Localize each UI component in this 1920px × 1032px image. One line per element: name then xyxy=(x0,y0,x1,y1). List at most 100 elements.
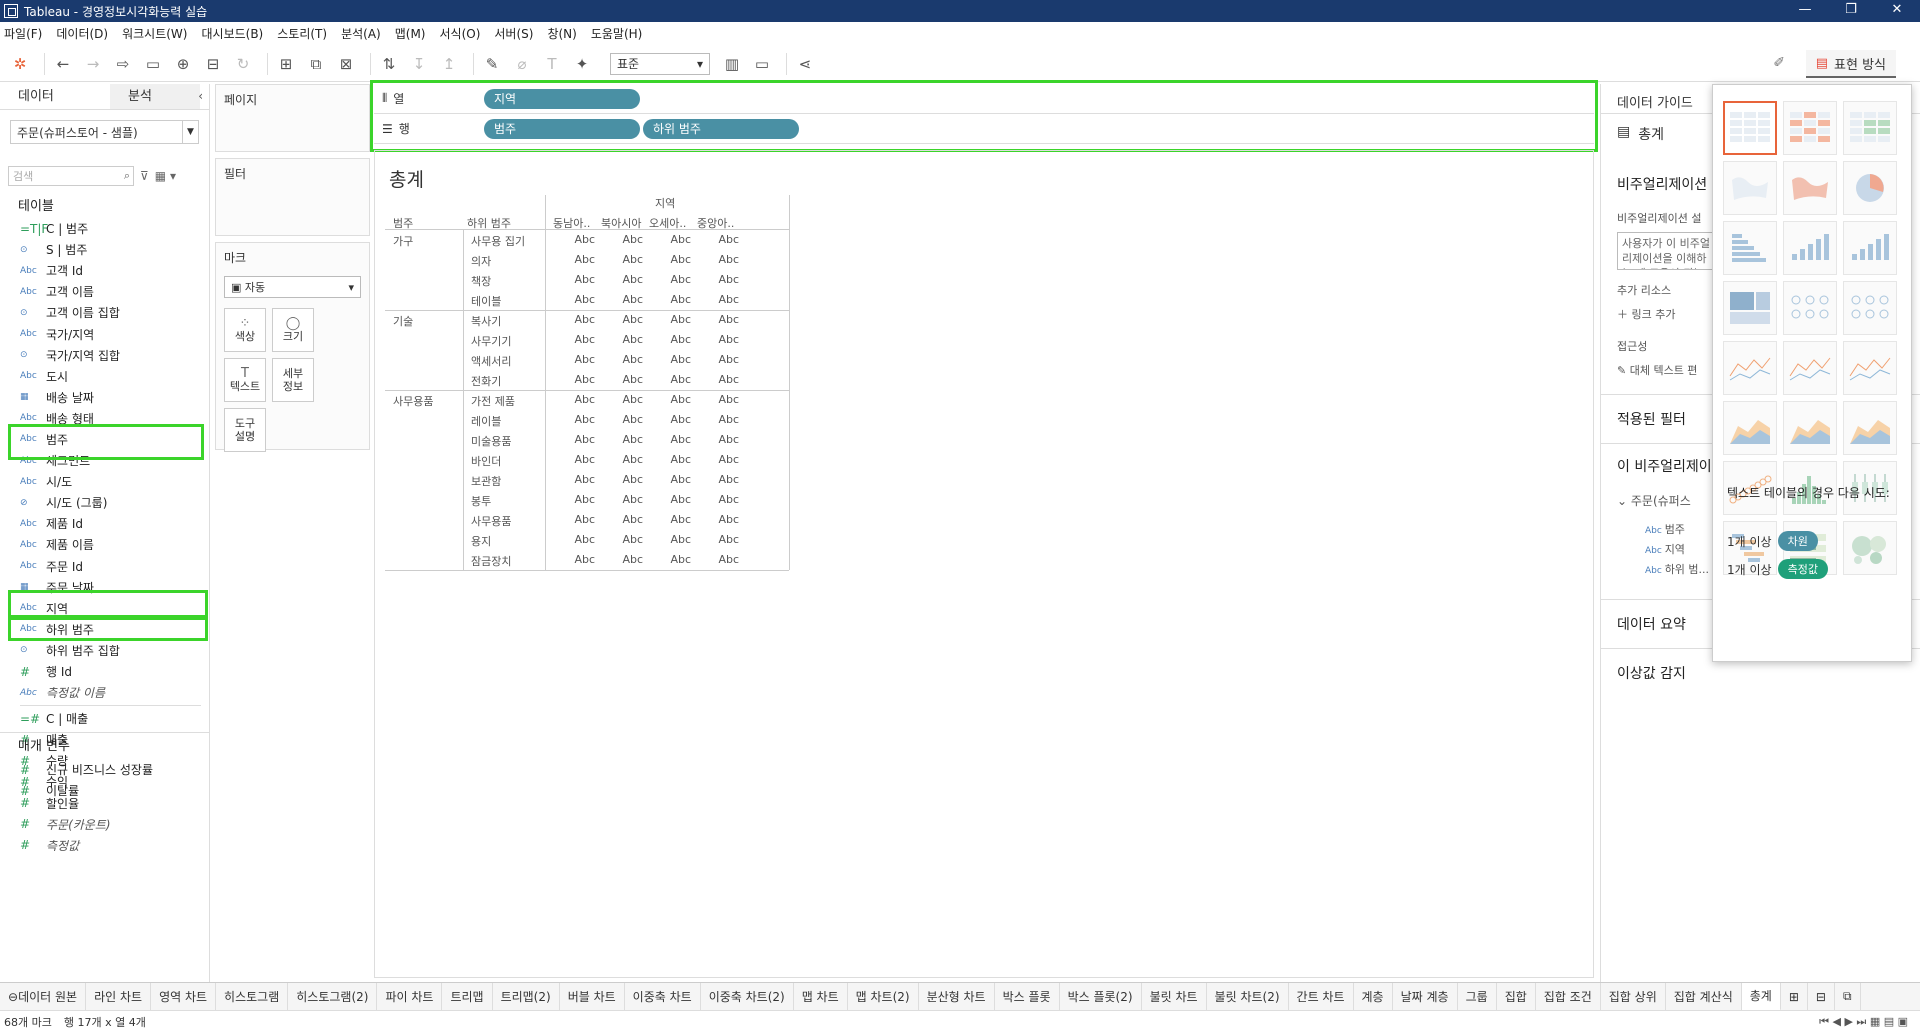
row-pill[interactable]: 하위 범주 xyxy=(643,118,799,139)
columns-shelf[interactable]: ⦀ 열 지역 xyxy=(374,84,1594,114)
menu-item[interactable]: 워크시트(W) xyxy=(122,25,187,42)
field-item[interactable]: ▦ 배송 날짜 xyxy=(0,387,209,408)
pause-updates-icon[interactable]: ⊟ xyxy=(201,52,225,76)
pie-chart-icon[interactable] xyxy=(1843,161,1897,215)
refresh-icon[interactable]: ↻ xyxy=(231,52,255,76)
field-item[interactable]: ⊙ 국가/지역 집합 xyxy=(0,345,209,366)
sheet-tab[interactable]: 버블 차트 xyxy=(560,983,625,1010)
undo-icon[interactable]: ← xyxy=(51,52,75,76)
fit-select[interactable]: 표준 ▾ xyxy=(610,52,710,75)
text-table-icon[interactable] xyxy=(1723,101,1777,155)
duplicate-sheet-icon[interactable]: ⧉ xyxy=(304,52,328,76)
minimize-button[interactable]: — xyxy=(1782,0,1828,22)
new-dashboard-icon[interactable]: ⊟ xyxy=(1808,983,1835,1010)
field-item[interactable]: Abc 도시 xyxy=(0,366,209,387)
filter-icon[interactable]: ⊽ xyxy=(140,169,149,183)
line-continuous-icon[interactable] xyxy=(1723,341,1777,395)
sheet-tab[interactable]: 맵 차트 xyxy=(794,983,848,1010)
menu-item[interactable]: 창(N) xyxy=(547,25,576,42)
sort-desc-icon[interactable]: ↥ xyxy=(437,52,461,76)
new-worksheet-icon[interactable]: ⊞ xyxy=(274,52,298,76)
filled-map-icon[interactable] xyxy=(1783,161,1837,215)
datasource-tab[interactable]: ⊖ 데이터 원본 xyxy=(0,983,87,1010)
sheet-tab[interactable]: 맵 차트(2) xyxy=(848,983,919,1010)
area-discrete-icon[interactable] xyxy=(1783,401,1837,455)
new-datasource-icon[interactable]: ⊕ xyxy=(171,52,195,76)
sheet-tab[interactable]: 영역 차트 xyxy=(151,983,217,1010)
show-cards-icon[interactable]: ▥ xyxy=(720,52,744,76)
field-item[interactable]: Abc 국가/지역 xyxy=(0,323,209,344)
filters-card[interactable]: 필터 xyxy=(215,158,370,236)
dual-combination-icon[interactable] xyxy=(1843,401,1897,455)
close-button[interactable]: ✕ xyxy=(1874,0,1920,22)
menu-item[interactable]: 스토리(T) xyxy=(277,25,327,42)
tab-data[interactable]: 데이터 xyxy=(0,84,110,109)
menu-item[interactable]: 도움말(H) xyxy=(591,25,643,42)
sheet-tab[interactable]: 박스 플롯(2) xyxy=(1060,983,1142,1010)
new-story-icon[interactable]: ⧉ xyxy=(1835,983,1861,1010)
sheet-tab[interactable]: 트리맵 xyxy=(442,983,493,1010)
presentation-icon[interactable]: ▭ xyxy=(750,52,774,76)
dual-line-icon[interactable] xyxy=(1843,341,1897,395)
field-item[interactable]: # 행 Id xyxy=(0,661,209,682)
field-item[interactable]: ⊙ 하위 범주 집합 xyxy=(0,640,209,661)
sheet-tab[interactable]: 불릿 차트 xyxy=(1142,983,1207,1010)
maximize-button[interactable]: ❐ xyxy=(1828,0,1874,22)
menu-item[interactable]: 분석(A) xyxy=(341,25,381,42)
heat-map-icon[interactable] xyxy=(1783,101,1837,155)
tab-analysis[interactable]: 분석 xyxy=(110,84,200,109)
marks-type-select[interactable]: ▣ 자동 ▾ xyxy=(224,276,361,298)
field-item[interactable]: # 신규 비즈니스 성장률 xyxy=(0,759,209,780)
rows-shelf[interactable]: ☰ 행 범주 하위 범주 xyxy=(374,114,1594,144)
sheet-tab[interactable]: 이중축 차트(2) xyxy=(701,983,794,1010)
horizontal-bars-icon[interactable] xyxy=(1723,221,1777,275)
field-item[interactable]: ⊙ S | 범주 xyxy=(0,239,209,260)
field-item[interactable]: Abc 배송 형태 xyxy=(0,408,209,429)
field-item[interactable]: Abc 제품 Id xyxy=(0,513,209,534)
sheet-tab[interactable]: 히스토그램 xyxy=(216,983,289,1010)
field-item[interactable]: Abc 주문 Id xyxy=(0,556,209,577)
chevron-down-icon[interactable]: ▼ xyxy=(182,121,198,143)
field-item[interactable]: # 측정값 xyxy=(0,835,209,856)
sheet-tab[interactable]: 계층 xyxy=(1354,983,1393,1010)
highlight-table-icon[interactable] xyxy=(1843,101,1897,155)
menu-item[interactable]: 서식(O) xyxy=(440,25,481,42)
sheet-tab[interactable]: 트리맵(2) xyxy=(493,983,560,1010)
field-item[interactable]: Abc 제품 이름 xyxy=(0,534,209,555)
replay-icon[interactable]: ⇨ xyxy=(111,52,135,76)
sheet-tab[interactable]: 집합 계산식 xyxy=(1666,983,1742,1010)
circle-view-icon[interactable] xyxy=(1783,281,1837,335)
field-item[interactable]: =T|F C | 범주 xyxy=(0,218,209,239)
marks-tooltip-button[interactable]: 도구 설명 xyxy=(224,408,266,452)
field-item[interactable]: Abc 범주 xyxy=(0,429,209,450)
marks-text-button[interactable]: T 텍스트 xyxy=(224,358,266,402)
swap-icon[interactable]: ⇅ xyxy=(377,52,401,76)
tableau-logo-icon[interactable]: ✲ xyxy=(8,52,32,76)
group-icon[interactable]: ⌀ xyxy=(510,52,534,76)
menu-item[interactable]: 맵(M) xyxy=(395,25,426,42)
pages-card[interactable]: 페이지 xyxy=(215,84,370,152)
sheet-tab[interactable]: 박스 플롯 xyxy=(995,983,1060,1010)
field-item[interactable]: # 주문(카운트) xyxy=(0,814,209,835)
marks-detail-button[interactable]: 세부 정보 xyxy=(272,358,314,402)
field-item[interactable]: ⊘ 시/도 (그룹) xyxy=(0,492,209,513)
side-by-side-circles-icon[interactable] xyxy=(1843,281,1897,335)
sheet-tab[interactable]: 집합 상위 xyxy=(1601,983,1666,1010)
sheet-nav-icons[interactable]: ⏮ ◀ ▶ ⏭ ▦ ▤ ▣ xyxy=(1819,1015,1908,1029)
sheet-tab[interactable]: 파이 차트 xyxy=(377,983,443,1010)
field-item[interactable]: # 이탈률 xyxy=(0,780,209,801)
column-pill[interactable]: 지역 xyxy=(484,88,640,109)
label-icon[interactable]: T xyxy=(540,52,564,76)
field-item[interactable]: Abc 고객 이름 xyxy=(0,281,209,302)
sheet-tab[interactable]: 총계 xyxy=(1741,983,1781,1010)
field-item[interactable]: ▦ 주문 날짜 xyxy=(0,577,209,598)
menu-item[interactable]: 대시보드(B) xyxy=(201,25,263,42)
datasource-select[interactable]: 주문(슈퍼스토어 - 샘플) ▼ xyxy=(10,120,199,144)
field-item[interactable]: Abc 세그먼트 xyxy=(0,450,209,471)
menu-item[interactable]: 서버(S) xyxy=(494,25,533,42)
clear-sheet-icon[interactable]: ⊠ xyxy=(334,52,358,76)
sheet-tab[interactable]: 라인 차트 xyxy=(86,983,152,1010)
sheet-tab[interactable]: 이중축 차트 xyxy=(625,983,701,1010)
marks-size-button[interactable]: ◯ 크기 xyxy=(272,308,314,352)
sheet-tab[interactable]: 그룹 xyxy=(1458,983,1497,1010)
